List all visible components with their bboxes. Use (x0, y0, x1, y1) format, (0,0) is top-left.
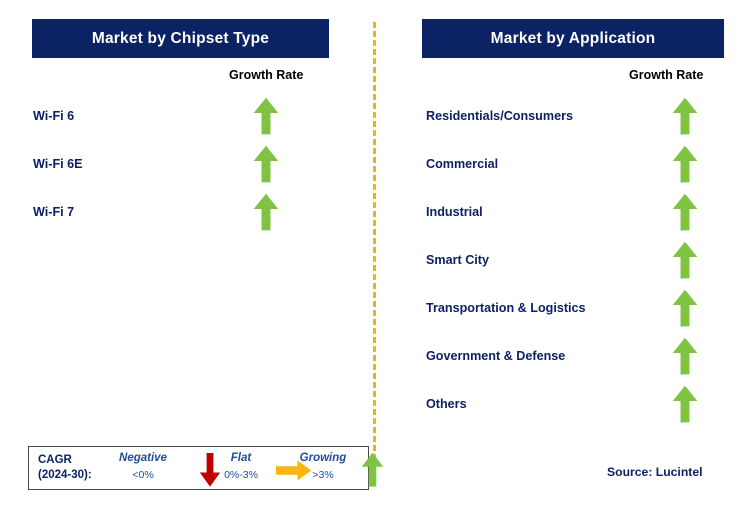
rows-chipset-type: Wi-Fi 6 Wi-Fi 6E Wi-Fi 7 (0, 0, 372, 516)
segment-row: Residentials/Consumers (373, 92, 745, 140)
arrow-up-green-icon (672, 193, 698, 231)
segment-label: Commercial (426, 157, 499, 171)
segment-row: Industrial (373, 188, 745, 236)
segment-label: Transportation & Logistics (426, 301, 586, 315)
arrow-up-green-icon (672, 289, 698, 327)
legend-item-negative: Negative <0% (107, 447, 179, 491)
rows-application: Residentials/Consumers Commercial Industri… (373, 0, 745, 516)
panel-application: Market by Application Growth Rate Reside… (373, 0, 745, 516)
segment-row: Wi-Fi 7 (0, 188, 372, 236)
arrow-up-green-icon (253, 193, 279, 231)
arrow-up-green-icon (253, 97, 279, 135)
arrow-up-green-icon (253, 145, 279, 183)
legend-negative-range: <0% (132, 469, 154, 481)
segment-row: Transportation & Logistics (373, 284, 745, 332)
arrow-up-green-icon (672, 145, 698, 183)
arrow-down-red-icon (199, 453, 221, 487)
segment-label: Smart City (426, 253, 489, 267)
arrow-up-green-icon (672, 241, 698, 279)
legend-cagr-label: CAGR (2024-30): (38, 453, 92, 483)
segment-row: Wi-Fi 6E (0, 140, 372, 188)
arrow-up-green-icon (672, 97, 698, 135)
legend-cagr-line1: CAGR (38, 454, 72, 466)
segment-label: Wi-Fi 7 (33, 205, 75, 219)
segment-label: Wi-Fi 6 (33, 109, 75, 123)
segment-label: Wi-Fi 6E (33, 157, 83, 171)
segment-label: Residentials/Consumers (426, 109, 573, 123)
segment-label: Others (426, 397, 467, 411)
arrow-right-orange-icon (276, 460, 312, 481)
legend-negative-title: Negative (119, 452, 167, 464)
segment-row: Wi-Fi 6 (0, 92, 372, 140)
segment-row: Smart City (373, 236, 745, 284)
segment-label: Government & Defense (426, 349, 566, 363)
arrow-up-green-icon (672, 385, 698, 423)
arrow-up-green-icon (361, 452, 384, 487)
legend-cagr-line2: (2024-30): (38, 469, 92, 481)
cagr-legend: CAGR (2024-30): Negative <0% Flat 0%-3% … (28, 446, 384, 491)
source-label: Source: Lucintel (607, 465, 703, 479)
segment-label: Industrial (426, 205, 483, 219)
infographic-canvas: Market by Chipset Type Growth Rate Wi-Fi… (0, 0, 745, 516)
segment-row: Others (373, 380, 745, 428)
segment-row: Government & Defense (373, 332, 745, 380)
panel-chipset-type: Market by Chipset Type Growth Rate Wi-Fi… (0, 0, 372, 516)
arrow-up-green-icon (672, 337, 698, 375)
segment-row: Commercial (373, 140, 745, 188)
